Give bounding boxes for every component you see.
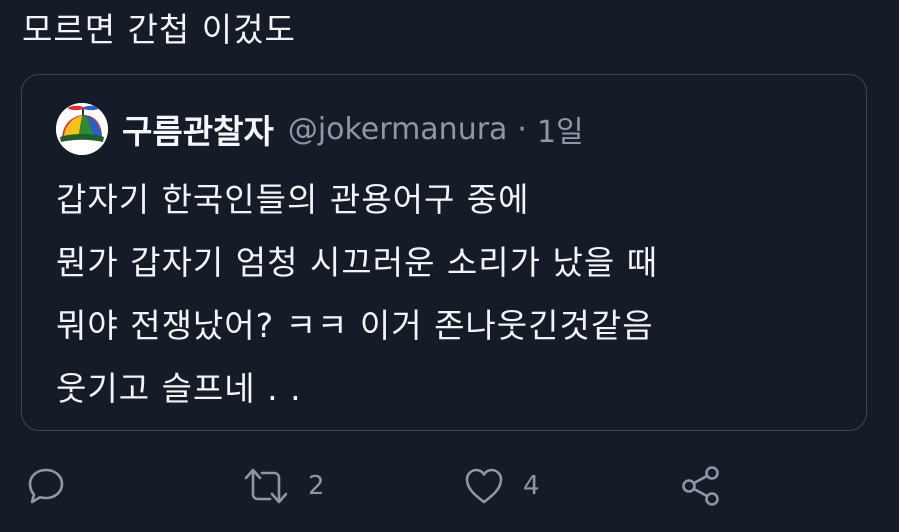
separator-dot: · [517, 111, 527, 147]
retweet-button[interactable]: 2 [242, 458, 325, 514]
quoted-tweet-body: 갑자기 한국인들의 관용어구 중에 뭔가 갑자기 엄청 시끄러운 소리가 났을 … [56, 168, 658, 420]
tweet-text: 모르면 간첩 이겄도 [22, 10, 296, 49]
user-handle[interactable]: @jokermanura [288, 112, 508, 147]
propeller-cap-icon [56, 103, 108, 155]
quoted-tweet-header: 구름관찰자 @jokermanura · 1일 [56, 103, 584, 155]
reply-icon [28, 468, 64, 504]
action-bar: 2 4 [0, 458, 899, 518]
quoted-tweet-card[interactable]: 구름관찰자 @jokermanura · 1일 갑자기 한국인들의 관용어구 중… [21, 74, 867, 431]
avatar[interactable] [56, 103, 108, 155]
share-icon [682, 466, 719, 506]
quoted-text-line: 뭐야 전쟁났어? ㅋㅋ 이거 존나웃긴것같음 [56, 306, 654, 345]
reply-button[interactable] [26, 458, 66, 514]
tweet-page: 모르면 간첩 이겄도 구름관찰자 @jokermanura · 1일 갑자기 한… [0, 0, 899, 532]
share-button[interactable] [679, 458, 723, 514]
display-name[interactable]: 구름관찰자 [122, 105, 274, 153]
timestamp[interactable]: 1일 [537, 107, 584, 151]
heart-icon [465, 468, 503, 504]
like-count: 4 [523, 471, 540, 501]
like-button[interactable]: 4 [463, 458, 540, 514]
quoted-text-line: 뭔가 갑자기 엄청 시끄러운 소리가 났을 때 [56, 243, 659, 282]
retweet-icon [244, 468, 288, 504]
quoted-text-line: 갑자기 한국인들의 관용어구 중에 [56, 180, 530, 219]
quoted-text-line: 웃기고 슬프네 . . [56, 369, 302, 408]
retweet-count: 2 [308, 471, 325, 501]
